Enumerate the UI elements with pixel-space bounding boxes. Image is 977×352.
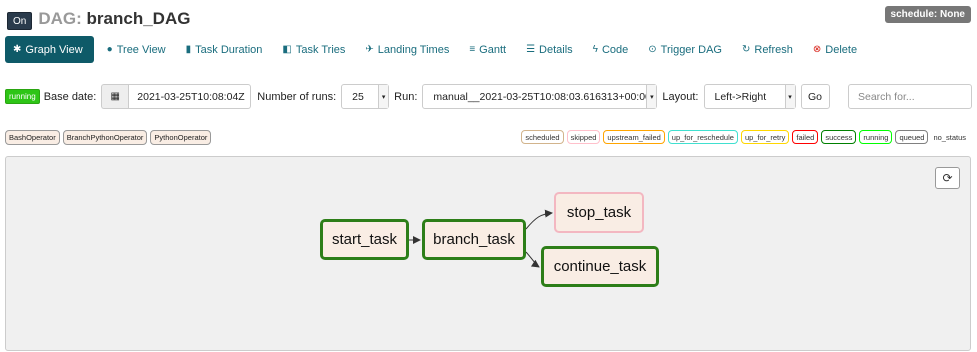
- select-caret-icon: ▾: [378, 85, 389, 108]
- dag-on-toggle[interactable]: On: [7, 12, 33, 30]
- go-button[interactable]: Go: [800, 84, 830, 109]
- tab-task-tries[interactable]: ◧ Task Tries: [272, 36, 355, 63]
- remove-icon: ⊗: [812, 44, 822, 55]
- select-caret-icon: ▾: [646, 85, 657, 108]
- dag-title-prefix: DAG:: [38, 9, 82, 28]
- dag-nav: ✱ Graph View ● Tree View ▮ Task Duration…: [5, 36, 867, 63]
- dag-header: On DAG: branch_DAG: [7, 8, 190, 30]
- gantt-icon: ≡: [469, 44, 476, 55]
- state-tag-up-for-reschedule: up_for_reschedule: [667, 130, 738, 144]
- state-tag-queued: queued: [895, 130, 929, 144]
- asterisk-icon: ✱: [13, 44, 22, 55]
- tab-trigger-dag-label: Trigger DAG: [660, 43, 722, 56]
- state-tag-failed: failed: [792, 130, 819, 144]
- run-label: Run:: [394, 90, 418, 103]
- layout-label: Layout:: [662, 90, 699, 103]
- state-legend: scheduled skipped upstream_failed up_for…: [518, 130, 966, 144]
- num-runs-label: Number of runs:: [257, 90, 337, 103]
- task-node-continue[interactable]: continue_task: [541, 246, 659, 287]
- search-input[interactable]: Search for...: [848, 84, 972, 109]
- tab-graph-view-label: Graph View: [25, 43, 83, 56]
- tab-delete-label: Delete: [825, 43, 858, 56]
- tab-graph-view[interactable]: ✱ Graph View: [5, 36, 94, 63]
- play-circle-icon: ⊙: [648, 44, 657, 55]
- num-runs-value: 25: [352, 90, 364, 103]
- state-tag-no-status: no_status: [933, 132, 966, 142]
- task-node-label: start_task: [331, 231, 398, 248]
- state-tag-scheduled: scheduled: [521, 130, 564, 144]
- graph-canvas[interactable]: ⟳ start_task branch_task stop_task conti…: [5, 156, 971, 351]
- tab-gantt-label: Gantt: [479, 43, 507, 56]
- tab-landing-times-label: Landing Times: [377, 43, 450, 56]
- task-node-label: stop_task: [566, 204, 632, 221]
- refresh-icon: ↻: [741, 44, 751, 55]
- flash-icon: ϟ: [592, 44, 598, 55]
- task-node-start[interactable]: start_task: [320, 219, 409, 260]
- state-tag-running: running: [859, 130, 893, 144]
- tab-task-duration-label: Task Duration: [195, 43, 263, 56]
- tab-refresh-label: Refresh: [754, 43, 793, 56]
- run-filter-form: running Base date: ▦ 2021-03-25T10:08:04…: [5, 84, 830, 109]
- tab-tree-view[interactable]: ● Tree View: [97, 36, 176, 63]
- edge-branch-to-stop: [525, 209, 553, 230]
- state-tag-skipped: skipped: [566, 130, 601, 144]
- list-icon: ☰: [526, 44, 536, 55]
- state-tag-up-for-retry: up_for_retry: [740, 130, 790, 144]
- tab-trigger-dag[interactable]: ⊙ Trigger DAG: [638, 36, 732, 63]
- task-node-label: branch_task: [433, 231, 515, 248]
- base-date-input[interactable]: 2021-03-25T10:08:04Z: [128, 84, 252, 109]
- task-node-stop[interactable]: stop_task: [554, 192, 644, 233]
- tab-delete[interactable]: ⊗ Delete: [803, 36, 867, 63]
- tab-code-label: Code: [601, 43, 629, 56]
- tab-task-tries-label: Task Tries: [295, 43, 346, 56]
- operator-tag: BashOperator: [5, 130, 60, 145]
- tab-landing-times[interactable]: ✈ Landing Times: [355, 36, 459, 63]
- select-caret-icon: ▾: [784, 85, 795, 108]
- layout-select[interactable]: Left->Right ▾: [703, 84, 796, 109]
- state-tag-upstream-failed: upstream_failed: [603, 130, 665, 144]
- operator-tag: BranchPythonOperator: [62, 130, 148, 145]
- tab-gantt[interactable]: ≡ Gantt: [459, 36, 516, 63]
- dag-state-badge: running: [5, 89, 40, 104]
- tab-details-label: Details: [539, 43, 573, 56]
- dag-title: DAG: branch_DAG: [38, 9, 190, 29]
- plane-icon: ✈: [365, 44, 374, 55]
- bar-chart-icon: ▮: [185, 44, 192, 55]
- num-runs-select[interactable]: 25 ▾: [341, 84, 390, 109]
- dag-name: branch_DAG: [86, 9, 191, 28]
- tab-details[interactable]: ☰ Details: [516, 36, 583, 63]
- task-node-branch[interactable]: branch_task: [422, 219, 526, 260]
- tab-task-duration[interactable]: ▮ Task Duration: [176, 36, 273, 63]
- calendar-icon[interactable]: ▦: [101, 84, 129, 109]
- stack-icon: ◧: [282, 44, 292, 55]
- tab-code[interactable]: ϟ Code: [583, 36, 639, 63]
- operator-legend: BashOperator BranchPythonOperator Python…: [5, 130, 214, 145]
- tree-icon: ●: [106, 44, 113, 55]
- tab-refresh[interactable]: ↻ Refresh: [732, 36, 803, 63]
- schedule-badge: schedule: None: [884, 6, 971, 23]
- run-value: manual__2021-03-25T10:08:03.616313+00:00: [433, 90, 651, 103]
- base-date-label: Base date:: [43, 90, 97, 103]
- operator-tag: PythonOperator: [150, 130, 212, 145]
- tab-tree-view-label: Tree View: [116, 43, 166, 56]
- run-select[interactable]: manual__2021-03-25T10:08:03.616313+00:00…: [422, 84, 658, 109]
- task-node-label: continue_task: [553, 258, 647, 275]
- edge-branch-to-continue: [525, 251, 540, 268]
- layout-value: Left->Right: [714, 90, 767, 103]
- state-tag-success: success: [821, 130, 857, 144]
